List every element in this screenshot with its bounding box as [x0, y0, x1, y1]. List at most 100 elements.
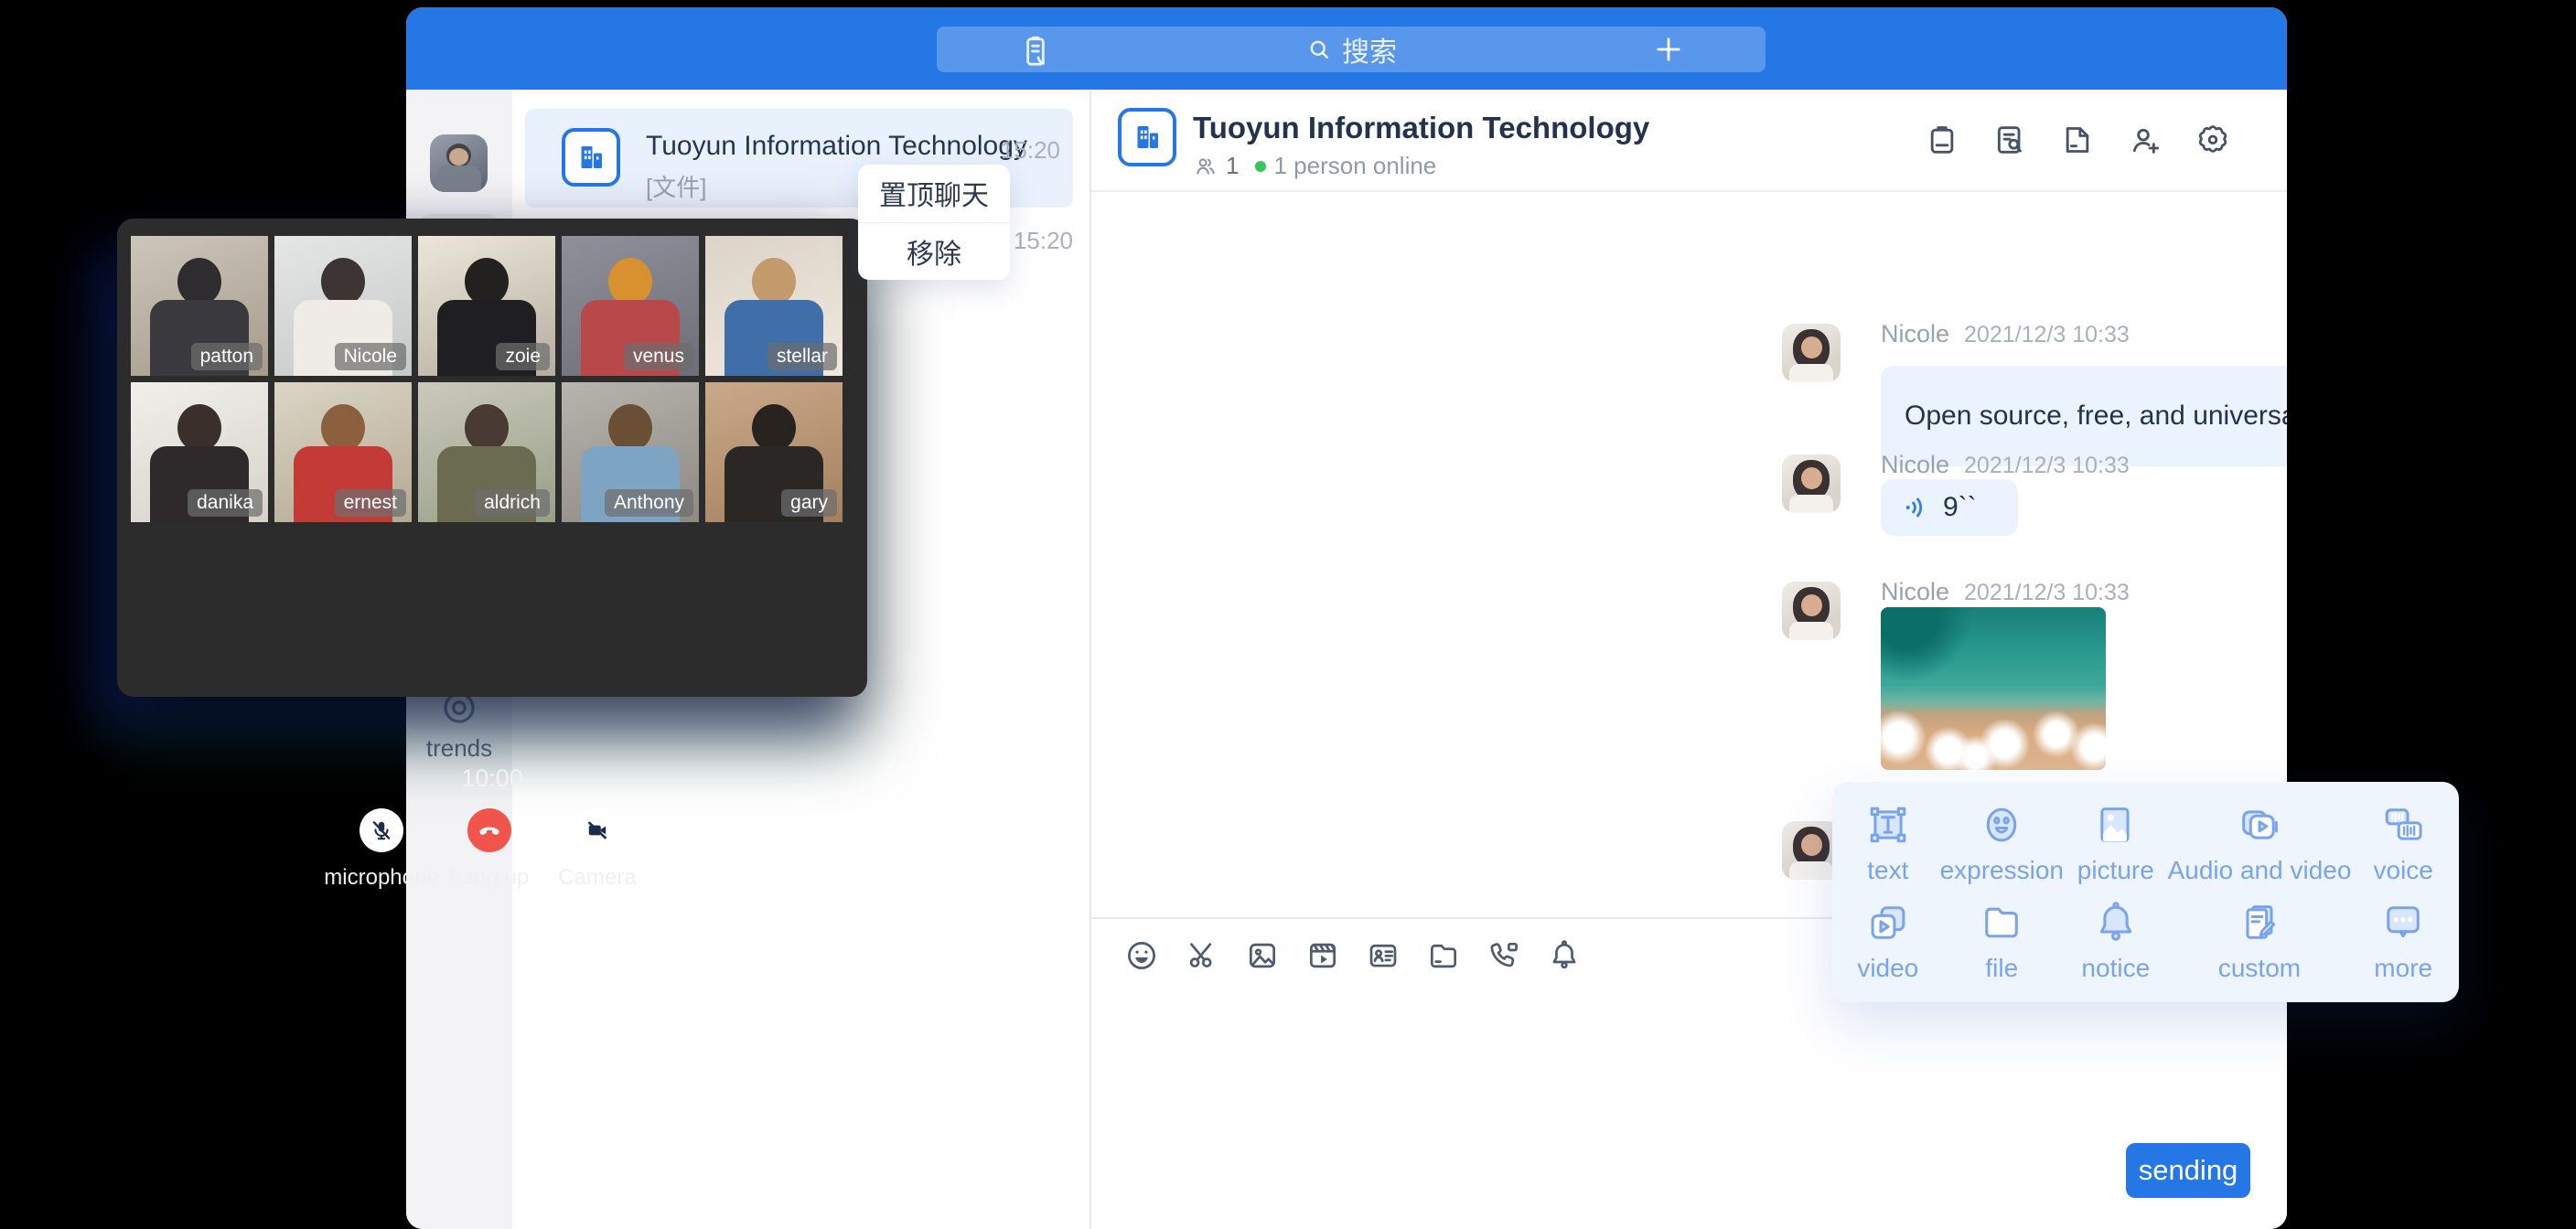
hang-up-button[interactable] — [467, 808, 511, 852]
participant-name: Anthony — [605, 489, 693, 517]
voice-item[interactable]: voice — [2351, 795, 2455, 892]
more-icon — [2379, 899, 2427, 946]
menu-item-pin-chat[interactable]: 置顶聊天 — [858, 165, 1010, 222]
participant-tile[interactable]: danika — [131, 382, 268, 522]
notify-bell-icon[interactable] — [1547, 938, 1582, 973]
message-time: 2021/12/3 10:33 — [1964, 322, 2130, 347]
sender-avatar[interactable] — [1782, 454, 1841, 513]
audio-video-item[interactable]: Audio and video — [2168, 795, 2352, 892]
picture-item[interactable]: picture — [2064, 795, 2168, 892]
composer-toolbar — [1124, 938, 1582, 973]
call-control-label: Camera — [506, 865, 689, 891]
contact-card-icon[interactable] — [1366, 938, 1401, 973]
video-icon — [1864, 899, 1912, 946]
notice-item[interactable]: notice — [2064, 892, 2168, 990]
plus-icon[interactable] — [1652, 33, 1685, 70]
nav-item-trends[interactable]: trends — [406, 688, 512, 763]
sender-name: Nicole — [1881, 320, 1949, 347]
expression-item[interactable]: expression — [1940, 795, 2064, 892]
send-button[interactable]: sending — [2126, 1143, 2250, 1198]
participant-name: stellar — [767, 343, 837, 370]
video-call-overlay: pattonNicolezoievenus stellar danika ernest… — [117, 219, 867, 697]
panel-item-label: picture — [2077, 856, 2154, 885]
microphone-mute-button[interactable] — [360, 808, 403, 852]
panel-item-label: more — [2374, 954, 2432, 983]
message-meta: Nicole2021/12/3 10:33 — [1881, 451, 2130, 479]
search-placeholder: 搜索 — [1342, 29, 1397, 69]
message-meta: Nicole 2021/12/3 10:33 — [1881, 578, 2130, 606]
custom-item[interactable]: custom — [2168, 892, 2352, 990]
picture-icon — [2092, 801, 2140, 849]
group-files-icon[interactable] — [2056, 119, 2098, 161]
custom-icon — [2236, 899, 2283, 946]
message-meta: Nicole 2021/12/3 10:33 — [1881, 320, 2130, 348]
voice-message-bubble[interactable]: 9`` — [1881, 479, 2018, 536]
members-icon — [1193, 154, 1218, 179]
chat-history-search-icon[interactable] — [1989, 119, 2031, 161]
panel-item-label: expression — [1940, 856, 2064, 885]
panel-item-label: video — [1857, 954, 1918, 983]
folder-icon[interactable] — [1426, 938, 1461, 973]
participant-tile[interactable]: venus — [562, 236, 699, 376]
participant-name: ernest — [335, 489, 406, 517]
call-icon[interactable] — [1487, 938, 1521, 973]
participant-tile[interactable]: aldrich — [418, 382, 555, 522]
conversation-last-message: [文件] — [646, 169, 706, 203]
notice-icon — [2092, 899, 2140, 946]
message-text: Open source, free, and universal instant… — [1905, 401, 2287, 432]
current-user-avatar[interactable] — [430, 134, 488, 192]
trends-label: trends — [406, 734, 512, 763]
sender-avatar[interactable] — [1782, 582, 1841, 640]
online-status: 1 person online — [1273, 152, 1436, 180]
participant-name: aldrich — [475, 489, 550, 517]
message-time: 2021/12/3 10:33 — [1964, 580, 2130, 605]
sender-name: Nicole — [1881, 451, 1949, 478]
sender-avatar[interactable] — [1782, 324, 1841, 382]
search-field[interactable]: 搜索 — [1305, 29, 1397, 69]
chat-header: Tuoyun Information Technology 1 1 person… — [1091, 90, 2287, 192]
participant-tile[interactable]: Nicole — [274, 236, 412, 376]
participant-tile[interactable]: ernest — [274, 382, 412, 522]
add-member-icon[interactable] — [2124, 119, 2166, 161]
camera-off-button[interactable] — [575, 808, 619, 852]
group-building-icon — [1118, 108, 1176, 166]
expression-icon — [1978, 801, 2025, 849]
search-bar[interactable]: 搜索 — [937, 27, 1766, 72]
screenshot-scissors-icon[interactable] — [1185, 938, 1219, 973]
chat-subtitle: 1 1 person online — [1193, 152, 1436, 180]
text-item[interactable]: text — [1836, 795, 1940, 892]
call-controls: microphonehang upCamera — [117, 808, 867, 918]
conversation-time: 15:20 — [1001, 136, 1060, 165]
voice-wave-icon — [1901, 493, 1930, 522]
file-item[interactable]: file — [1940, 892, 2064, 990]
panel-item-label: voice — [2374, 856, 2433, 885]
menu-item-remove[interactable]: 移除 — [858, 222, 1010, 281]
memo-call-icon[interactable] — [1017, 33, 1054, 74]
audio-video-icon — [2236, 801, 2283, 849]
message-input[interactable] — [1124, 995, 2254, 1205]
search-icon — [1305, 36, 1333, 63]
emoji-icon[interactable] — [1124, 938, 1159, 973]
image-icon[interactable] — [1245, 938, 1280, 973]
settings-gear-icon[interactable] — [2192, 119, 2234, 161]
online-dot — [1255, 161, 1266, 172]
participant-tile[interactable]: stellar — [705, 236, 843, 376]
voice-icon — [2379, 801, 2427, 849]
panel-item-label: file — [1985, 954, 2018, 983]
panel-item-label: notice — [2081, 954, 2150, 983]
sender-name: Nicole — [1881, 578, 1949, 605]
more-item[interactable]: more — [2351, 892, 2455, 990]
participant-tile[interactable]: patton — [131, 236, 268, 376]
group-notice-icon[interactable] — [1921, 119, 1963, 161]
video-item[interactable]: video — [1836, 892, 1940, 990]
participant-tile[interactable]: gary — [705, 382, 843, 522]
conversation-context-menu: 置顶聊天 移除 — [858, 165, 1010, 280]
voice-duration: 9`` — [1943, 492, 1977, 523]
participant-tile[interactable]: zoie — [418, 236, 555, 376]
chat-header-actions — [1921, 119, 2234, 161]
video-clip-icon[interactable] — [1305, 938, 1340, 973]
image-message-beach[interactable] — [1881, 607, 2106, 770]
file-icon — [1978, 899, 2025, 946]
call-timer: 10:00 — [117, 764, 867, 793]
participant-tile[interactable]: Anthony — [562, 382, 699, 522]
